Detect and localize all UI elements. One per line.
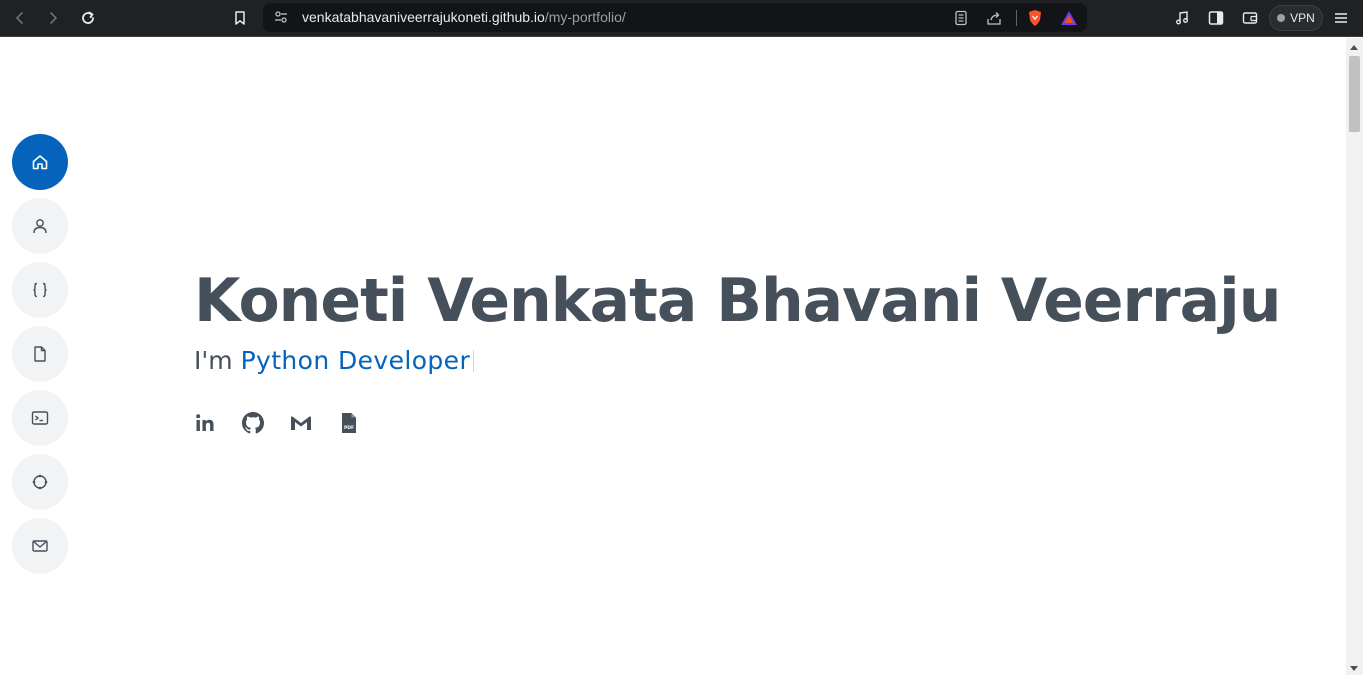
nav-about[interactable] [12, 198, 68, 254]
back-button[interactable] [7, 5, 33, 31]
vpn-status-icon [1277, 14, 1286, 22]
reload-button[interactable] [75, 5, 101, 31]
circle-icon [32, 474, 48, 490]
gmail-link[interactable] [290, 412, 312, 434]
braces-icon [33, 282, 47, 298]
page-scrollbar[interactable] [1346, 38, 1363, 675]
terminal-icon [31, 411, 49, 425]
nav-projects[interactable] [12, 390, 68, 446]
url-separator [1016, 10, 1017, 26]
brave-rewards-icon [1061, 11, 1077, 25]
file-icon [34, 346, 46, 362]
social-links: PDF [194, 412, 360, 434]
sidebar-icon [1208, 11, 1224, 25]
brave-rewards-button[interactable] [1056, 5, 1082, 31]
bookmark-button[interactable] [227, 5, 253, 31]
site-info-icon [275, 11, 287, 23]
home-icon [32, 155, 48, 170]
url-host: venkatabhavaniveerrajukoneti.github.io [302, 9, 545, 25]
vpn-label: VPN [1290, 11, 1315, 25]
github-link[interactable] [242, 412, 264, 434]
address-bar[interactable]: venkatabhavaniveerrajukoneti.github.io/m… [263, 3, 1087, 32]
share-icon [987, 12, 1001, 25]
hero-section: Koneti Venkata Bhavani Veerraju I'm Pyth… [194, 256, 1281, 378]
reader-mode-icon [955, 10, 967, 26]
envelope-icon [32, 540, 48, 552]
hero-subtitle: I'm Python Developer [194, 344, 1280, 378]
wallet-icon [1242, 12, 1258, 24]
wallet-button[interactable] [1237, 5, 1263, 31]
hero-name: Koneti Venkata Bhavani Veerraju [194, 266, 1281, 336]
brave-shields-button[interactable] [1022, 5, 1048, 31]
scroll-up-icon[interactable] [1350, 45, 1358, 50]
forward-button[interactable] [40, 5, 66, 31]
url-text: venkatabhavaniveerrajukoneti.github.io/m… [302, 9, 626, 25]
resume-pdf-link[interactable]: PDF [338, 412, 360, 434]
person-icon [33, 219, 47, 234]
nav-resume[interactable] [12, 326, 68, 382]
scrollbar-thumb[interactable] [1349, 56, 1360, 132]
reader-mode-button[interactable] [948, 5, 974, 31]
nav-home[interactable] [12, 134, 68, 190]
share-button[interactable] [981, 5, 1007, 31]
hero-prefix: I'm [194, 346, 233, 375]
side-navigation [12, 134, 68, 582]
browser-toolbar: venkatabhavaniveerrajukoneti.github.io/m… [0, 0, 1363, 37]
reload-icon [82, 11, 94, 24]
media-icon [1176, 11, 1188, 25]
nav-services[interactable] [12, 454, 68, 510]
brave-shields-icon [1029, 10, 1041, 26]
bookmark-icon [235, 11, 245, 25]
pdf-label: PDF [344, 425, 354, 431]
forward-icon [50, 12, 57, 24]
menu-icon [1335, 13, 1347, 23]
typing-cursor [473, 350, 475, 372]
pdf-file-icon: PDF [342, 413, 356, 433]
nav-contact[interactable] [12, 518, 68, 574]
media-button[interactable] [1169, 5, 1195, 31]
linkedin-link[interactable] [194, 412, 216, 434]
url-path: /my-portfolio/ [544, 9, 626, 25]
page-viewport: Koneti Venkata Bhavani Veerraju I'm Pyth… [0, 38, 1346, 675]
back-icon [16, 12, 23, 24]
vpn-button[interactable]: VPN [1269, 5, 1323, 31]
nav-skills[interactable] [12, 262, 68, 318]
scroll-down-icon[interactable] [1350, 666, 1358, 671]
menu-button[interactable] [1328, 5, 1354, 31]
typed-role: Python Developer [240, 346, 471, 375]
gmail-icon [291, 416, 311, 430]
sidebar-button[interactable] [1203, 5, 1229, 31]
linkedin-icon [196, 414, 214, 431]
github-icon [242, 412, 264, 434]
